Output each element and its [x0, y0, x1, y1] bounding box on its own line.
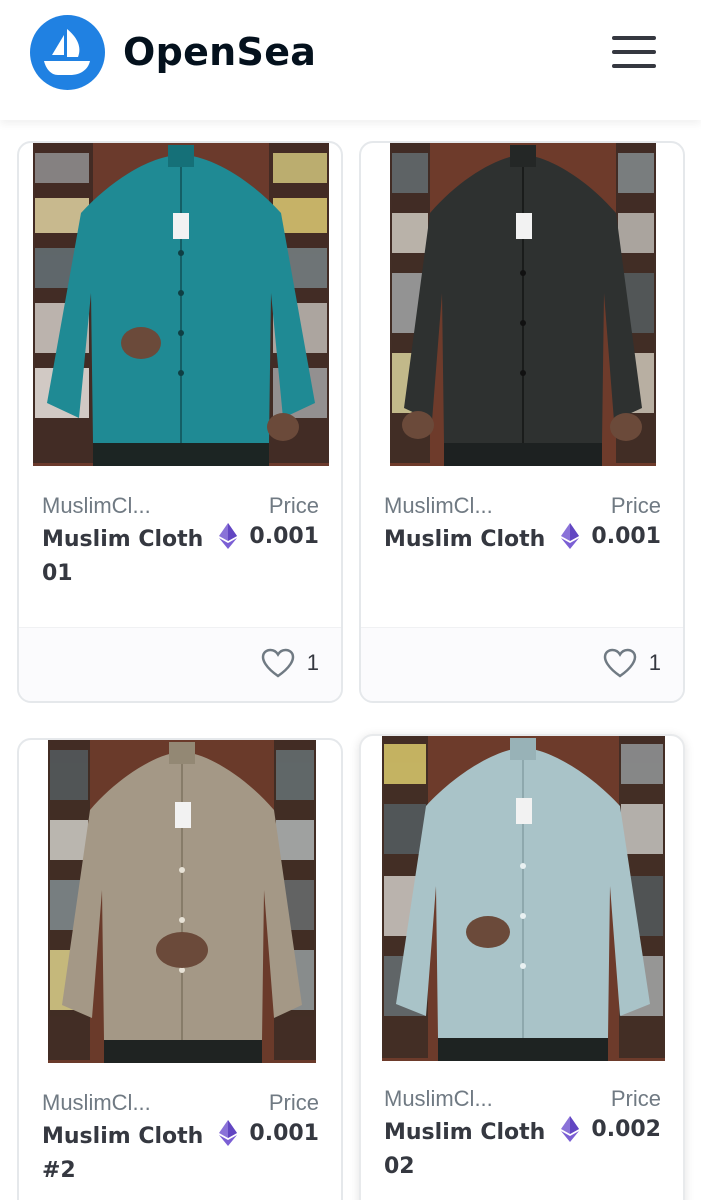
price: 0.001 [219, 523, 319, 549]
price: 0.001 [561, 523, 661, 549]
price-label: Price [610, 493, 661, 518]
nft-image[interactable] [33, 143, 329, 466]
nft-name[interactable]: Muslim Cloth #2 [42, 1120, 212, 1188]
heart-icon [603, 648, 637, 678]
brand-name[interactable]: OpenSea [123, 30, 316, 74]
top-nav-bar: OpenSea [0, 0, 701, 120]
nft-card[interactable]: MuslimCl... Muslim Cloth Price 0.001 1 [359, 141, 685, 703]
price-label: Price [610, 1086, 661, 1111]
price: 0.002 [561, 1116, 661, 1142]
opensea-logo-icon[interactable] [30, 15, 105, 90]
card-footer: 1 [361, 627, 683, 701]
favorite-count: 1 [306, 650, 319, 675]
nft-image[interactable] [390, 143, 656, 466]
hamburger-menu-icon[interactable] [606, 34, 658, 70]
nft-image[interactable] [382, 736, 665, 1061]
collection-name[interactable]: MuslimCl... [384, 1086, 493, 1112]
nft-card[interactable]: MuslimCl... Muslim Cloth 01 Price 0.001 … [17, 141, 343, 703]
favorite-button[interactable]: 1 [603, 648, 661, 678]
heart-icon [261, 648, 295, 678]
price-value: 0.001 [249, 1120, 319, 1146]
price-label: Price [268, 1090, 319, 1115]
price-label: Price [268, 493, 319, 518]
collection-name[interactable]: MuslimCl... [42, 1090, 151, 1116]
favorite-count: 1 [648, 650, 661, 675]
ethereum-icon [561, 523, 580, 549]
price-value: 0.001 [249, 523, 319, 549]
collection-name[interactable]: MuslimCl... [384, 493, 493, 519]
nft-image[interactable] [48, 740, 316, 1063]
ethereum-icon [561, 1116, 580, 1142]
ethereum-icon [219, 523, 238, 549]
collection-name[interactable]: MuslimCl... [42, 493, 151, 519]
ethereum-icon [219, 1120, 238, 1146]
card-footer: 1 [19, 627, 341, 701]
price-value: 0.002 [591, 1116, 661, 1142]
price-value: 0.001 [591, 523, 661, 549]
nft-name[interactable]: Muslim Cloth 01 [42, 523, 212, 591]
nft-name[interactable]: Muslim Cloth 02 [384, 1116, 554, 1184]
nft-name[interactable]: Muslim Cloth [384, 523, 554, 557]
nft-card[interactable]: MuslimCl... Muslim Cloth #2 Price 0.001 [17, 738, 343, 1200]
nft-card[interactable]: MuslimCl... Muslim Cloth 02 Price 0.002 [359, 734, 685, 1200]
price: 0.001 [219, 1120, 319, 1146]
favorite-button[interactable]: 1 [261, 648, 319, 678]
